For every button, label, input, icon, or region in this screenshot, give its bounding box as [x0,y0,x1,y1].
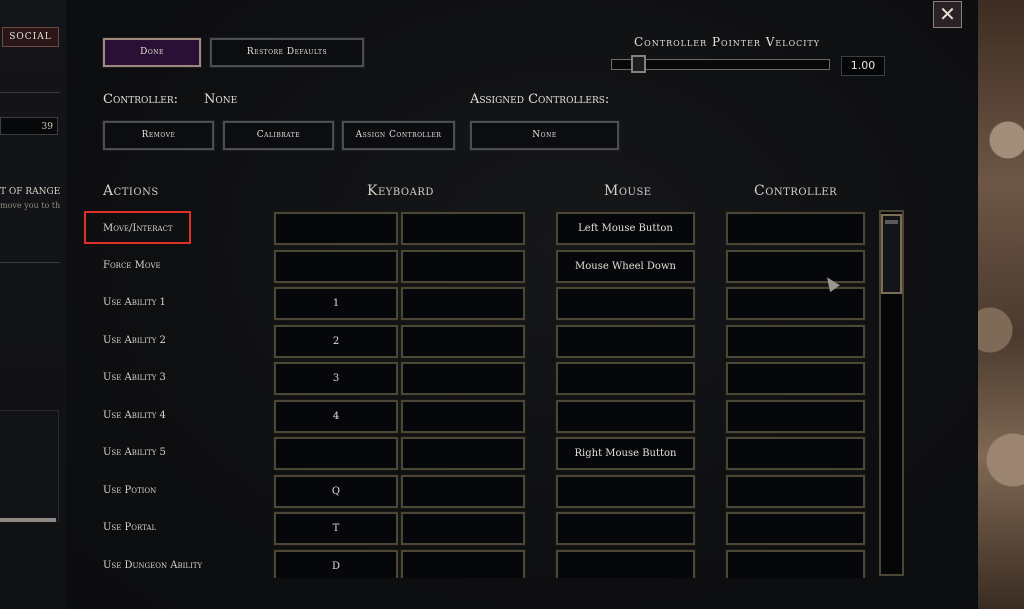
keyboard-secondary-cell[interactable] [400,398,526,434]
controller-value: None [204,92,238,107]
keyboard-secondary-cell[interactable] [400,473,526,509]
left-lower-panel [0,410,59,522]
keyboard-primary-cell[interactable]: 1 [273,286,399,321]
assigned-controllers-label: Assigned Controllers: [470,92,610,107]
close-icon: ✕ [939,2,956,26]
action-label: Use Dungeon Ability [103,559,203,571]
keyboard-primary-cell[interactable]: 3 [273,361,399,396]
controller-binding-cell[interactable] [725,248,866,284]
mouse-binding-cell[interactable] [555,286,696,321]
keyboard-secondary-cell[interactable] [400,211,526,246]
mouse-binding-cell[interactable]: Left Mouse Button [555,211,696,246]
action-label: Use Ability 4 [103,409,166,421]
left-value-field: 39 [0,117,58,135]
mouse-binding-cell[interactable] [555,473,696,509]
keyboard-secondary-cell[interactable] [400,548,526,578]
keyboard-secondary-cell[interactable] [400,323,526,359]
controller-binding-cell[interactable] [725,286,866,321]
controller-column-header: Controller [754,183,838,199]
actions-column-header: Actions [103,183,159,199]
action-label: Use Ability 1 [103,297,166,308]
controller-label: Controller: [103,92,179,107]
keyboard-secondary-cell[interactable] [400,361,526,396]
keyboard-primary-cell[interactable] [273,211,399,246]
left-slider-bar [0,518,56,522]
close-button[interactable]: ✕ [933,1,962,28]
action-label: Use Ability 3 [103,372,166,383]
bindings-grid: Left Mouse Button Mouse Wheel Down 1 2 3 4 Rig… [270,208,870,578]
calibrate-button[interactable]: Calibrate [222,120,335,151]
action-label: Use Potion [103,484,157,496]
keyboard-primary-cell[interactable]: T [273,511,399,546]
left-subtext: move you to th [0,201,60,210]
keyboard-secondary-cell[interactable] [400,248,526,284]
keyboard-secondary-cell[interactable] [400,286,526,321]
social-tab[interactable]: SOCIAL [2,27,59,47]
keyboard-secondary-cell[interactable] [400,511,526,546]
keyboard-primary-cell[interactable] [273,436,399,471]
scrollbar-thumb[interactable] [881,214,902,294]
game-world-background [978,0,1024,609]
mouse-binding-cell[interactable]: Mouse Wheel Down [555,248,696,284]
action-label: Use Ability 5 [103,447,166,458]
keyboard-primary-cell[interactable]: D [273,548,399,578]
assign-controller-button[interactable]: Assign Controller [341,120,456,151]
action-label: Use Portal [103,522,157,533]
controller-binding-cell[interactable] [725,548,866,578]
action-label-selected: Move/Interact [84,211,191,244]
velocity-label: Controller Pointer Velocity [634,35,821,49]
mouse-binding-cell[interactable] [555,511,696,546]
controller-binding-cell[interactable] [725,511,866,546]
mouse-binding-cell[interactable]: Right Mouse Button [555,436,696,471]
controller-binding-cell[interactable] [725,398,866,434]
keyboard-primary-cell[interactable]: 2 [273,323,399,359]
scrollbar-grip-icon [885,220,898,224]
keyboard-secondary-cell[interactable] [400,436,526,471]
mouse-binding-cell[interactable] [555,548,696,578]
keyboard-primary-cell[interactable]: 4 [273,398,399,434]
keyboard-primary-cell[interactable] [273,248,399,284]
left-label: T OF RANGE [0,187,61,197]
mouse-column-header: Mouse [604,183,652,199]
mouse-binding-cell[interactable] [555,323,696,359]
keyboard-column-header: Keyboard [367,183,434,199]
remove-button[interactable]: Remove [102,120,215,151]
action-label: Use Ability 2 [103,334,166,346]
controller-binding-cell[interactable] [725,323,866,359]
left-game-panel: SOCIAL 39 T OF RANGE move you to th [0,0,67,609]
velocity-slider-handle[interactable] [631,55,646,73]
controller-binding-cell[interactable] [725,361,866,396]
keyboard-primary-cell[interactable]: Q [273,473,399,509]
mouse-binding-cell[interactable] [555,398,696,434]
velocity-value: 1.00 [841,56,885,76]
assigned-controllers-select[interactable]: None [469,120,620,151]
restore-defaults-button[interactable]: Restore Defaults [209,37,365,68]
controller-binding-cell[interactable] [725,473,866,509]
action-label: Force Move [103,259,161,271]
mouse-binding-cell[interactable] [555,361,696,396]
controller-binding-cell[interactable] [725,436,866,471]
controller-binding-cell[interactable] [725,211,866,246]
divider [0,262,60,263]
done-button[interactable]: Done [102,37,202,68]
divider [0,92,60,93]
